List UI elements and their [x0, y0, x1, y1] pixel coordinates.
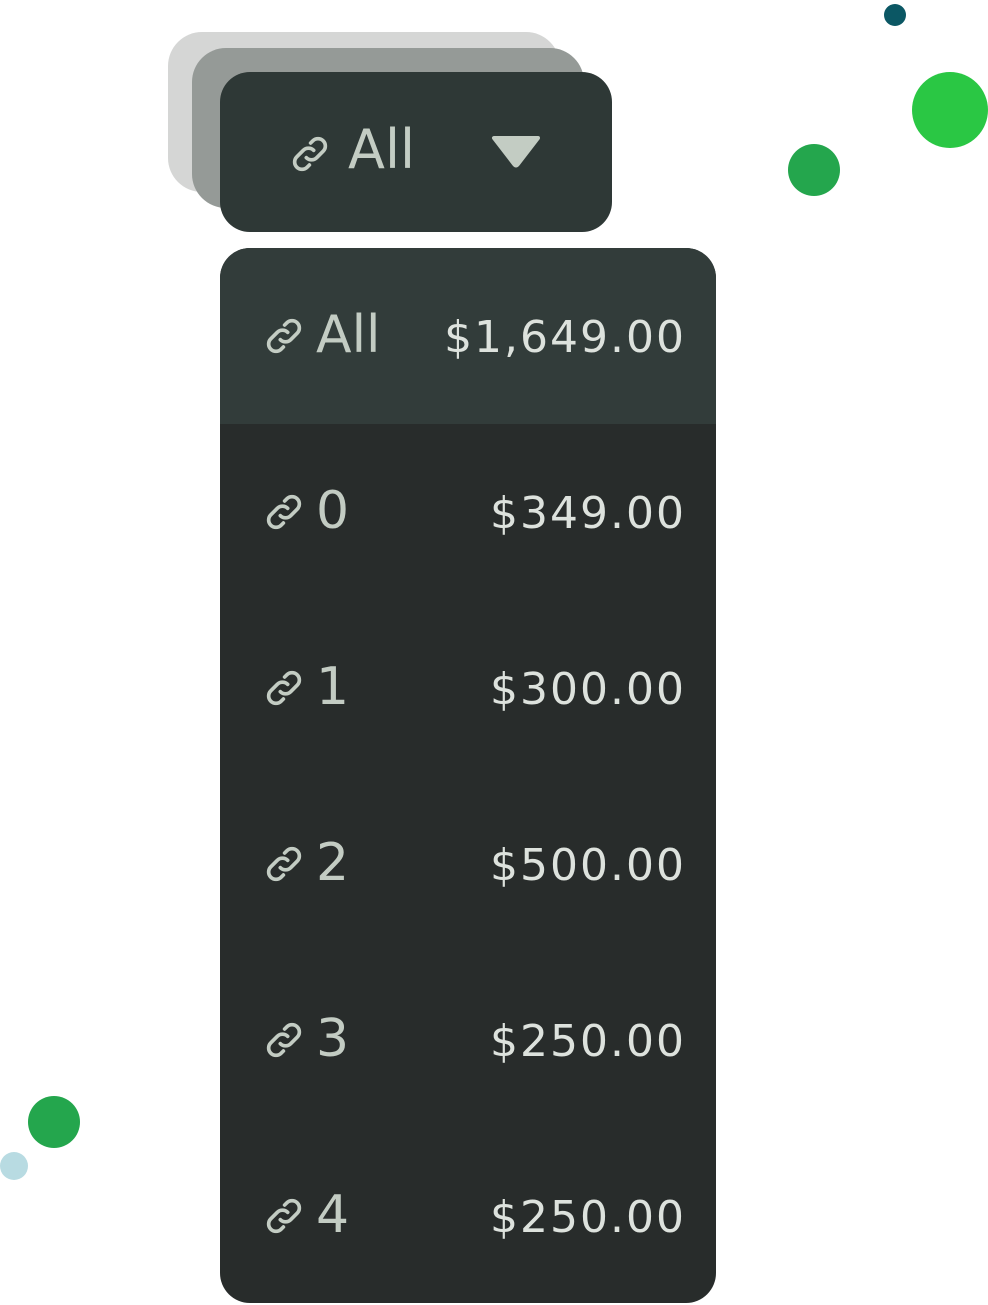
menu-item-label: 2 [316, 833, 350, 893]
menu-item-2[interactable]: 2 $500.00 [220, 776, 716, 952]
menu-item-3[interactable]: 3 $250.00 [220, 952, 716, 1128]
decorative-dot-green-large [912, 72, 988, 148]
link-icon [266, 1022, 302, 1058]
caret-down-icon [492, 136, 540, 168]
menu-item-label: All [316, 305, 381, 365]
decorative-dot-light-blue [0, 1152, 28, 1180]
menu-item-0[interactable]: 0 $349.00 [220, 424, 716, 600]
menu-item-1[interactable]: 1 $300.00 [220, 600, 716, 776]
menu-item-4[interactable]: 4 $250.00 [220, 1128, 716, 1303]
decorative-dot-green-left [28, 1096, 80, 1148]
menu-item-value: $250.00 [490, 1016, 686, 1067]
menu-item-value: $1,649.00 [444, 312, 686, 363]
menu-item-value: $300.00 [490, 664, 686, 715]
menu-item-label: 3 [316, 1009, 350, 1069]
link-icon [266, 846, 302, 882]
link-icon [266, 494, 302, 530]
link-icon [292, 136, 328, 172]
menu-item-all[interactable]: All $1,649.00 [220, 248, 716, 424]
menu-item-label: 4 [316, 1185, 350, 1245]
menu-item-value: $500.00 [490, 840, 686, 891]
dropdown-menu: All $1,649.00 0 $349.00 1 $300.00 2 $500… [220, 248, 716, 1303]
link-icon [266, 1198, 302, 1234]
dropdown-trigger[interactable]: All [220, 72, 612, 232]
dropdown-selected-label: All [348, 118, 415, 181]
menu-item-value: $250.00 [490, 1192, 686, 1243]
decorative-dot-green-medium [788, 144, 840, 196]
menu-item-label: 1 [316, 657, 350, 717]
menu-item-label: 0 [316, 481, 350, 541]
decorative-dot-teal [884, 4, 906, 26]
link-icon [266, 670, 302, 706]
link-icon [266, 318, 302, 354]
menu-item-value: $349.00 [490, 488, 686, 539]
